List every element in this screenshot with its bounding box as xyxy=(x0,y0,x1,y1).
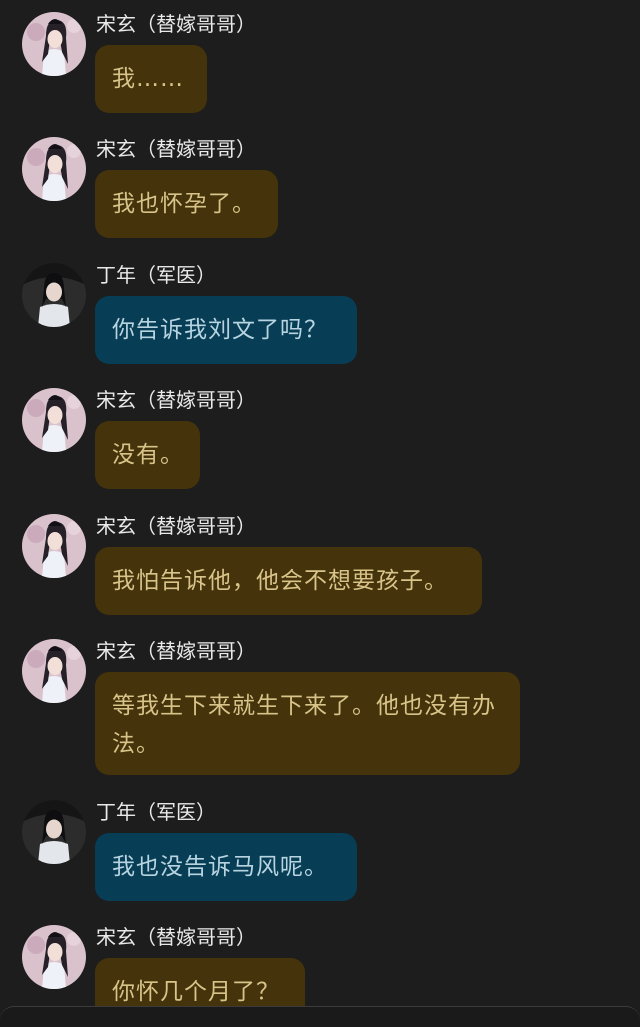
sender-name: 丁年（军医） xyxy=(96,800,216,824)
songxuan-avatar-icon[interactable] xyxy=(22,925,86,989)
sender-name: 宋玄（替嫁哥哥） xyxy=(96,639,256,663)
songxuan-avatar-icon[interactable] xyxy=(22,514,86,578)
message-bubble[interactable]: 我也怀孕了。 xyxy=(95,170,278,238)
sender-name: 宋玄（替嫁哥哥） xyxy=(96,388,256,412)
message-bubble[interactable]: 我…… xyxy=(95,45,207,113)
sender-name: 宋玄（替嫁哥哥） xyxy=(96,514,256,538)
sender-name: 宋玄（替嫁哥哥） xyxy=(96,137,256,161)
message-bubble[interactable]: 等我生下来就生下来了。他也没有办法。 xyxy=(95,672,520,775)
message-bubble[interactable]: 我也没告诉马风呢。 xyxy=(95,833,357,901)
message-bubble[interactable]: 我怕告诉他，他会不想要孩子。 xyxy=(95,547,482,615)
songxuan-avatar-icon[interactable] xyxy=(22,137,86,201)
dingnian-avatar-icon[interactable] xyxy=(22,800,86,864)
songxuan-avatar-icon[interactable] xyxy=(22,388,86,452)
message-bubble[interactable]: 你告诉我刘文了吗？ xyxy=(95,296,357,364)
sender-name: 丁年（军医） xyxy=(96,263,216,287)
chat-message-list[interactable]: 宋玄（替嫁哥哥） 我…… 宋玄（替嫁哥哥） 我也怀孕了。 丁年（军医） 你告诉我… xyxy=(0,0,640,1026)
bottom-sheet-edge xyxy=(0,1006,640,1027)
sender-name: 宋玄（替嫁哥哥） xyxy=(96,12,256,36)
songxuan-avatar-icon[interactable] xyxy=(22,639,86,703)
message-bubble[interactable]: 没有。 xyxy=(95,421,200,489)
songxuan-avatar-icon[interactable] xyxy=(22,12,86,76)
sender-name: 宋玄（替嫁哥哥） xyxy=(96,925,256,949)
dingnian-avatar-icon[interactable] xyxy=(22,263,86,327)
